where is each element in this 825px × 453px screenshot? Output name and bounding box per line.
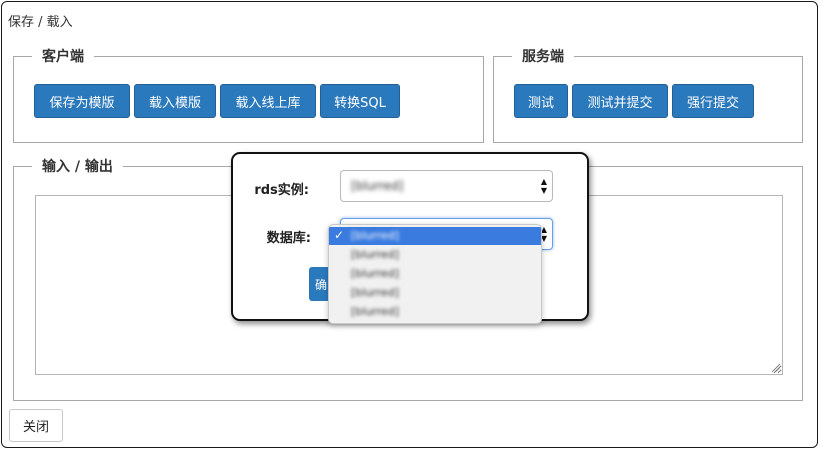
dropdown-option[interactable]: [blurred]: [329, 265, 541, 283]
rds-instance-value: [blurred]: [351, 179, 404, 193]
resize-grip-icon[interactable]: [772, 364, 780, 372]
dropdown-option[interactable]: [blurred]: [329, 284, 541, 302]
force-submit-button[interactable]: 强行提交: [672, 84, 754, 118]
client-legend: 客户端: [42, 49, 84, 65]
select-arrows-icon: ▲ ▼: [540, 177, 547, 195]
rds-instance-select[interactable]: [blurred] ▲ ▼: [340, 170, 553, 202]
checkmark-icon: ✓: [334, 228, 345, 242]
dialog-title: 保存 / 载入: [8, 15, 73, 30]
convert-sql-button[interactable]: 转换SQL: [320, 84, 400, 118]
dropdown-option[interactable]: [blurred]: [329, 303, 541, 321]
rds-instance-label: rds实例:: [254, 183, 309, 198]
database-dropdown-list[interactable]: ✓ [blurred] [blurred] [blurred] [blurred…: [328, 224, 542, 324]
save-as-template-button[interactable]: 保存为模版: [34, 84, 130, 118]
test-button[interactable]: 测试: [514, 84, 568, 118]
load-template-button[interactable]: 载入模版: [134, 84, 216, 118]
server-legend: 服务端: [522, 49, 564, 65]
io-legend: 输入 / 输出: [42, 159, 113, 175]
dropdown-option[interactable]: ✓ [blurred]: [329, 227, 541, 245]
close-button[interactable]: 关闭: [9, 409, 63, 442]
dropdown-option[interactable]: [blurred]: [329, 246, 541, 264]
test-and-submit-button[interactable]: 测试并提交: [572, 84, 668, 118]
database-label: 数据库:: [266, 231, 311, 246]
load-online-db-button[interactable]: 载入线上库: [220, 84, 316, 118]
